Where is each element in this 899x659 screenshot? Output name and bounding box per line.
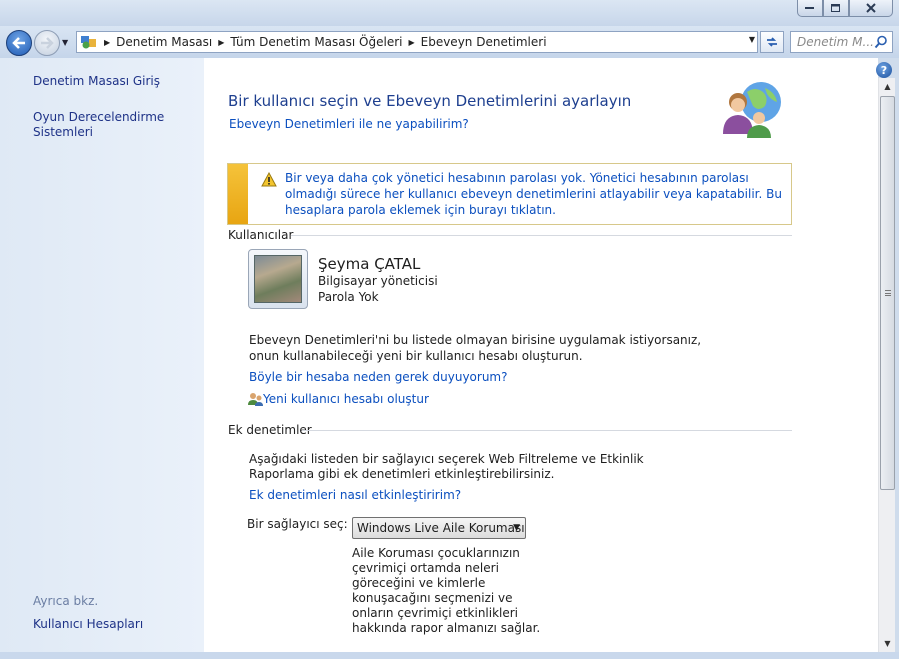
parental-controls-icon <box>723 82 781 138</box>
recent-pages-button[interactable]: ▼ <box>62 38 68 47</box>
provider-description-line: çevrimiçi ortamda neleri <box>352 561 499 575</box>
sidebar-item-user-accounts[interactable]: Kullanıcı Hesapları <box>33 617 143 632</box>
why-account-link[interactable]: Böyle bir hesaba neden gerek duyuyorum? <box>249 370 507 384</box>
address-dropdown-icon[interactable]: ▼ <box>749 35 755 44</box>
chevron-down-icon: ▼ <box>513 523 520 533</box>
provider-description-line: göreceğini ve kimlerle <box>352 576 486 590</box>
breadcrumb-separator[interactable]: ▶ <box>104 38 110 47</box>
sidebar-item-control-panel-home[interactable]: Denetim Masası Giriş <box>33 74 160 89</box>
scroll-up-button[interactable]: ▲ <box>879 78 896 95</box>
provider-selected-value: Windows Live Aile Koruması <box>357 521 525 535</box>
control-panel-icon <box>81 36 96 49</box>
extra-controls-heading: Ek denetimler <box>228 423 312 437</box>
back-arrow-icon <box>12 37 25 49</box>
vertical-scrollbar[interactable]: ▲ ▼ <box>878 78 895 652</box>
caption-buttons <box>797 0 893 17</box>
see-also-heading: Ayrıca bkz. <box>33 594 99 608</box>
create-account-link[interactable]: Yeni kullanıcı hesabı oluştur <box>263 392 429 406</box>
search-box[interactable]: Denetim M... <box>790 31 893 53</box>
navigation-bar: ▼ ▶ Denetim Masası ▶ Tüm Denetim Masası … <box>0 26 899 58</box>
provider-description-line: konuşacağını seçmenizi ve <box>352 591 513 605</box>
sidebar-item-game-ratings[interactable]: Oyun Derecelendirme Sistemleri <box>33 110 173 140</box>
what-can-i-do-link[interactable]: Ebeveyn Denetimleri ile ne yapabilirim? <box>229 117 469 131</box>
provider-description-line: hakkında rapor almanızı sağlar. <box>352 621 541 635</box>
extra-controls-text-1: Aşağıdaki listeden bir sağlayıcı seçerek… <box>249 452 644 466</box>
minimize-icon <box>805 7 814 9</box>
navigation-pane: Denetim Masası Giriş Oyun Derecelendirme… <box>0 58 204 652</box>
user-password-status: Parola Yok <box>318 290 379 304</box>
breadcrumb-parental-controls[interactable]: Ebeveyn Denetimleri <box>421 35 547 49</box>
warning-stripe <box>228 164 248 224</box>
restore-icon <box>831 3 840 12</box>
scroll-thumb[interactable] <box>880 96 895 490</box>
title-bar <box>0 0 899 26</box>
chevron-down-icon: ▼ <box>62 38 69 47</box>
provider-description: Aile Koruması çocuklarınızın çevrimiçi o… <box>352 546 552 636</box>
section-divider <box>291 235 792 236</box>
warning-text[interactable]: Bir veya daha çok yönetici hesabının par… <box>285 170 785 218</box>
forward-button[interactable] <box>34 30 60 56</box>
section-divider <box>302 430 792 431</box>
breadcrumb-control-panel[interactable]: Denetim Masası <box>116 35 212 49</box>
refresh-button[interactable] <box>760 31 784 53</box>
help-icon[interactable]: ? <box>876 62 892 78</box>
minimize-button[interactable] <box>797 0 823 17</box>
refresh-icon <box>767 37 777 47</box>
window-frame-bottom <box>0 652 899 659</box>
extra-controls-text-2: Raporlama gibi ek denetimleri etkinleşti… <box>249 467 555 481</box>
provider-label: Bir sağlayıcı seç: <box>247 517 348 531</box>
user-tile[interactable] <box>248 249 308 309</box>
search-input[interactable]: Denetim M... <box>797 35 874 49</box>
enable-extra-controls-link[interactable]: Ek denetimleri nasıl etkinleştiririm? <box>249 488 461 502</box>
address-bar[interactable]: ▶ Denetim Masası ▶ Tüm Denetim Masası Öğ… <box>76 31 758 53</box>
close-icon <box>866 3 876 13</box>
forward-arrow-icon <box>41 37 54 49</box>
create-account-text-2: onun kullanabileceği yeni bir kullanıcı … <box>249 349 583 363</box>
maximize-button[interactable] <box>823 0 849 17</box>
warning-icon <box>261 172 277 187</box>
search-icon[interactable] <box>874 35 888 49</box>
page-title: Bir kullanıcı seçin ve Ebeveyn Denetimle… <box>228 92 632 110</box>
avatar <box>254 255 302 303</box>
password-warning-banner[interactable]: Bir veya daha çok yönetici hesabının par… <box>227 163 792 225</box>
user-accounts-icon <box>248 393 263 406</box>
main-content: ? Bir kullanıcı seçin ve Ebeveyn Denetim… <box>204 58 892 652</box>
create-account-text-1: Ebeveyn Denetimleri'ni bu listede olmaya… <box>249 333 702 347</box>
breadcrumb-separator[interactable]: ▶ <box>218 38 224 47</box>
provider-description-line: Aile Koruması çocuklarınızın <box>352 546 520 560</box>
user-role: Bilgisayar yöneticisi <box>318 274 438 288</box>
user-name[interactable]: Şeyma ÇATAL <box>318 255 420 273</box>
grip-icon <box>885 290 891 296</box>
users-section-heading: Kullanıcılar <box>228 228 294 242</box>
provider-select[interactable]: Windows Live Aile Koruması ▼ <box>352 517 526 539</box>
breadcrumb-all-items[interactable]: Tüm Denetim Masası Öğeleri <box>230 35 402 49</box>
provider-description-line: onların çevrimiçi etkinlikleri <box>352 606 519 620</box>
back-button[interactable] <box>6 30 32 56</box>
close-button[interactable] <box>849 0 893 17</box>
scroll-down-button[interactable]: ▼ <box>879 635 896 652</box>
breadcrumb-separator[interactable]: ▶ <box>408 38 414 47</box>
